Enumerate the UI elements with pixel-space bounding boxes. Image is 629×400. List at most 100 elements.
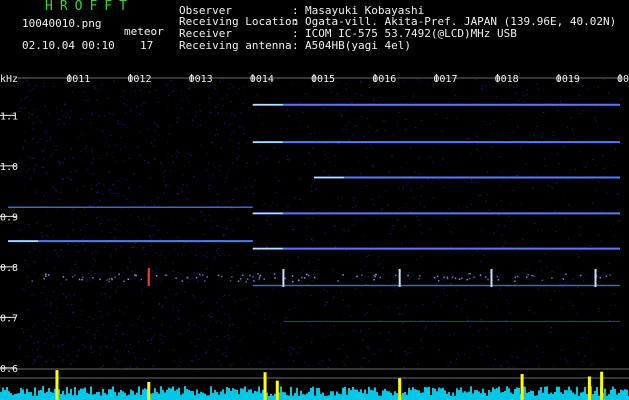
noise-dot bbox=[234, 305, 237, 307]
noise-dot bbox=[84, 248, 87, 250]
histogram-bar bbox=[420, 392, 422, 400]
noise-dot bbox=[113, 143, 116, 145]
noise-dot bbox=[345, 128, 348, 130]
histogram-bar bbox=[120, 390, 122, 400]
noise-dot bbox=[122, 194, 124, 196]
echo-speck bbox=[111, 278, 113, 281]
noise-dot bbox=[302, 201, 305, 203]
noise-dot bbox=[500, 199, 503, 201]
noise-dot bbox=[191, 218, 193, 220]
noise-dot bbox=[81, 327, 83, 328]
noise-dot bbox=[263, 314, 266, 316]
noise-dot bbox=[72, 273, 74, 275]
noise-dot bbox=[160, 163, 162, 165]
noise-dot bbox=[396, 287, 398, 289]
noise-dot bbox=[484, 85, 486, 87]
noise-dot bbox=[96, 191, 99, 192]
noise-dot bbox=[239, 339, 241, 341]
noise-dot bbox=[228, 277, 230, 279]
noise-dot bbox=[115, 329, 117, 330]
noise-dot bbox=[56, 112, 58, 114]
noise-dot bbox=[153, 122, 156, 124]
noise-dot bbox=[65, 117, 67, 118]
noise-dot bbox=[98, 327, 100, 329]
histogram-bar bbox=[8, 391, 10, 400]
noise-dot bbox=[116, 324, 119, 326]
echo-speck bbox=[231, 276, 233, 278]
noise-dot bbox=[58, 356, 61, 358]
noise-dot bbox=[271, 169, 273, 171]
noise-dot bbox=[164, 170, 166, 172]
noise-dot bbox=[94, 260, 97, 261]
noise-dot bbox=[539, 260, 541, 262]
noise-dot bbox=[61, 110, 63, 112]
noise-dot bbox=[556, 215, 559, 217]
noise-dot bbox=[550, 326, 553, 328]
noise-dot bbox=[552, 134, 555, 136]
y-tick-label: 0.6 bbox=[0, 364, 18, 375]
histogram-bar bbox=[334, 395, 336, 400]
noise-dot bbox=[466, 317, 468, 319]
noise-dot bbox=[55, 253, 58, 255]
histogram-bar bbox=[418, 390, 420, 400]
histogram-bar bbox=[66, 387, 68, 400]
noise-dot bbox=[105, 242, 108, 244]
histogram-bar bbox=[338, 393, 340, 400]
noise-dot bbox=[190, 250, 192, 252]
noise-dot bbox=[306, 318, 308, 320]
noise-dot bbox=[312, 274, 315, 276]
noise-dot bbox=[341, 115, 343, 117]
noise-dot bbox=[132, 352, 135, 354]
noise-dot bbox=[27, 355, 30, 357]
noise-dot bbox=[57, 116, 60, 118]
noise-dot bbox=[601, 155, 604, 156]
noise-dot bbox=[162, 180, 165, 182]
noise-dot bbox=[43, 158, 45, 160]
noise-dot bbox=[312, 182, 314, 184]
noise-dot bbox=[463, 240, 465, 242]
histogram-bar bbox=[344, 386, 346, 400]
noise-dot bbox=[90, 270, 93, 272]
noise-dot bbox=[84, 230, 86, 232]
noise-dot bbox=[49, 139, 51, 141]
noise-dot bbox=[98, 183, 101, 185]
noise-dot bbox=[568, 204, 570, 206]
noise-dot bbox=[36, 228, 39, 230]
noise-dot bbox=[177, 260, 179, 262]
noise-dot bbox=[120, 95, 122, 97]
noise-dot bbox=[18, 81, 20, 83]
noise-dot bbox=[134, 357, 137, 359]
noise-dot bbox=[360, 279, 363, 281]
histogram-bar bbox=[36, 395, 38, 400]
noise-dot bbox=[495, 204, 498, 206]
noise-dot bbox=[112, 156, 114, 158]
noise-dot bbox=[576, 286, 579, 288]
noise-dot bbox=[36, 223, 38, 224]
noise-dot bbox=[585, 165, 587, 167]
noise-dot bbox=[483, 254, 485, 256]
noise-dot bbox=[579, 234, 581, 236]
noise-dot bbox=[340, 114, 343, 116]
noise-dot bbox=[457, 353, 459, 355]
noise-dot bbox=[111, 191, 113, 193]
noise-dot bbox=[123, 147, 126, 149]
echo-speck bbox=[443, 276, 445, 279]
noise-dot bbox=[373, 99, 375, 101]
x-tick-label: 0020 bbox=[617, 74, 629, 85]
noise-dot bbox=[76, 329, 79, 331]
noise-dot bbox=[163, 192, 165, 194]
noise-dot bbox=[525, 163, 527, 165]
noise-dot bbox=[210, 112, 212, 113]
noise-dot bbox=[140, 186, 142, 188]
echo-speck bbox=[241, 274, 244, 276]
noise-dot bbox=[554, 210, 556, 212]
noise-dot bbox=[26, 277, 28, 279]
histogram-bar bbox=[110, 389, 112, 400]
noise-dot bbox=[312, 217, 314, 219]
noise-dot bbox=[507, 303, 509, 305]
noise-dot bbox=[87, 279, 89, 281]
noise-dot bbox=[18, 111, 21, 112]
noise-dot bbox=[130, 109, 132, 111]
histogram-bar bbox=[126, 395, 128, 400]
echo-speck bbox=[446, 276, 449, 278]
